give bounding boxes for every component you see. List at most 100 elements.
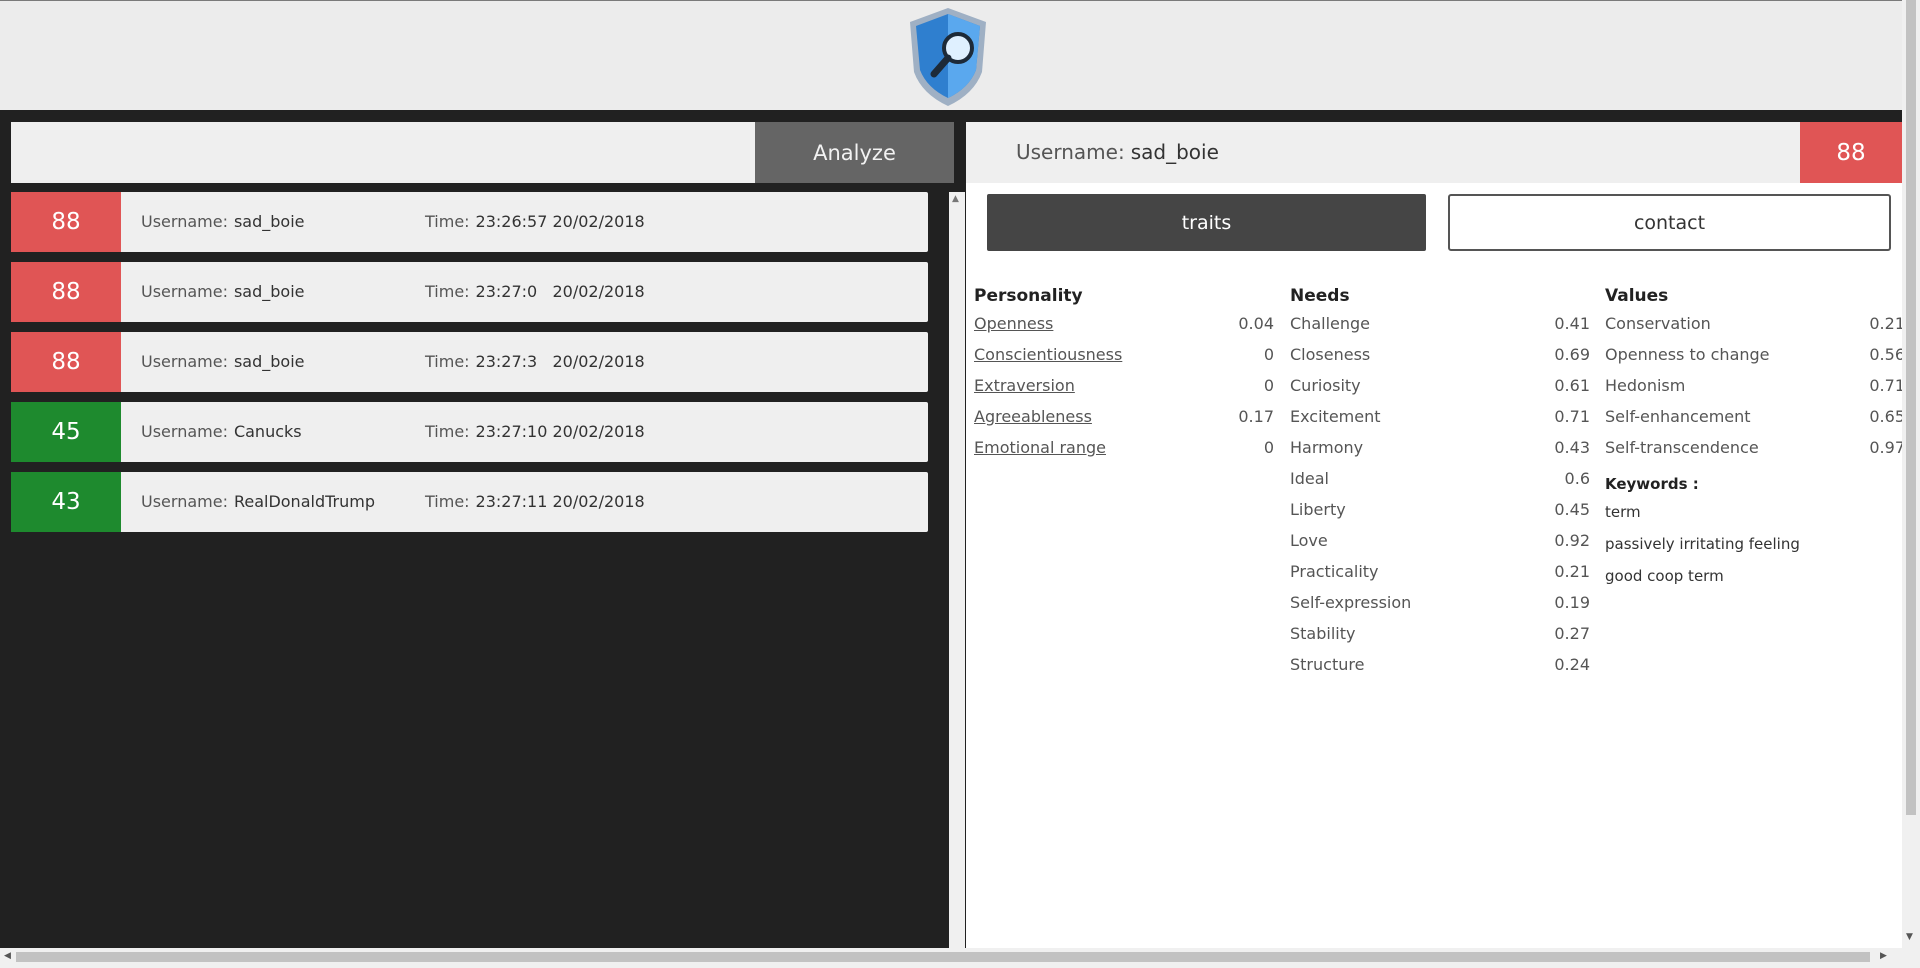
- need-label: Ideal: [1290, 469, 1329, 488]
- need-label: Excitement: [1290, 407, 1381, 426]
- need-value: 0.27: [1554, 624, 1590, 643]
- scrollbar-thumb[interactable]: [16, 952, 1870, 962]
- need-value: 0.71: [1554, 407, 1590, 426]
- scroll-left-icon[interactable]: ◀: [4, 951, 11, 961]
- needs-column: Needs Challenge 0.41 Closeness 0.69 Curios…: [1290, 284, 1590, 680]
- scroll-right-icon[interactable]: ▶: [1880, 951, 1887, 961]
- row-username: Username: Canucks: [141, 402, 302, 462]
- need-row: Structure 0.24: [1290, 649, 1590, 680]
- need-value: 0.43: [1554, 438, 1590, 457]
- tab-contact[interactable]: contact: [1448, 194, 1891, 251]
- results-list: 88 Username: sad_boie Time: 23:26:57 20/02…: [11, 192, 928, 542]
- trait-link[interactable]: Emotional range: [974, 438, 1106, 457]
- need-row: Closeness 0.69: [1290, 339, 1590, 370]
- need-value: 0.6: [1564, 469, 1590, 488]
- need-label: Stability: [1290, 624, 1356, 643]
- need-value: 0.69: [1554, 345, 1590, 364]
- time-value: 23:27:3 20/02/2018: [475, 352, 645, 371]
- value-row: Self-transcendence 0.97: [1605, 432, 1905, 463]
- keyword-item: passively irritating feeling: [1605, 535, 1800, 553]
- result-row[interactable]: 43 Username: RealDonaldTrump Time: 23:27:1…: [11, 472, 928, 532]
- time-value: 23:27:11 20/02/2018: [475, 492, 645, 511]
- result-row[interactable]: 88 Username: sad_boie Time: 23:27:3 20/02/…: [11, 332, 928, 392]
- trait-row: Extraversion 0: [974, 370, 1274, 401]
- need-label: Curiosity: [1290, 376, 1361, 395]
- username-value: Canucks: [233, 422, 302, 441]
- username-label: Username:: [141, 282, 228, 301]
- row-time: Time: 23:27:11 20/02/2018: [425, 472, 645, 532]
- score-badge: 45: [11, 402, 121, 462]
- username-label: Username:: [141, 422, 228, 441]
- value-label: Conservation: [1605, 314, 1711, 333]
- keyword-item: term: [1605, 503, 1641, 521]
- need-row: Liberty 0.45: [1290, 494, 1590, 525]
- username-label: Username:: [141, 352, 228, 371]
- horizontal-scrollbar[interactable]: ◀ ▶: [0, 948, 1920, 968]
- need-row: Excitement 0.71: [1290, 401, 1590, 432]
- profile-panel: Username: sad_boie 88 traits contact Pers…: [966, 122, 1905, 948]
- value-score: 0.97: [1869, 438, 1905, 457]
- need-row: Love 0.92: [1290, 525, 1590, 556]
- trait-row: Agreeableness 0.17: [974, 401, 1274, 432]
- trait-value: 0.17: [1238, 407, 1274, 426]
- username-value: RealDonaldTrump: [233, 492, 375, 511]
- trait-value: 0: [1263, 438, 1274, 457]
- scroll-up-icon[interactable]: ▲: [952, 194, 959, 204]
- scroll-down-icon[interactable]: ▼: [1906, 932, 1913, 942]
- results-panel: Analyze 88 Username: sad_boie Time: 23:26:…: [11, 122, 965, 960]
- analyze-input[interactable]: [11, 122, 755, 183]
- score-badge: 88: [11, 262, 121, 322]
- row-time: Time: 23:27:3 20/02/2018: [425, 332, 645, 392]
- scrollbar-thumb[interactable]: [1906, 0, 1916, 815]
- profile-score-badge: 88: [1800, 122, 1902, 183]
- time-value: 23:26:57 20/02/2018: [475, 212, 645, 231]
- username-label: Username:: [141, 212, 228, 231]
- need-value: 0.92: [1554, 531, 1590, 550]
- value-score: 0.65: [1869, 407, 1905, 426]
- time-label: Time:: [425, 282, 470, 301]
- need-row: Stability 0.27: [1290, 618, 1590, 649]
- username-label: Username:: [1016, 140, 1125, 164]
- trait-row: Conscientiousness 0: [974, 339, 1274, 370]
- value-label: Self-transcendence: [1605, 438, 1759, 457]
- results-scrollbar[interactable]: ▲: [949, 192, 965, 960]
- analyze-button[interactable]: Analyze: [755, 122, 954, 183]
- profile-header: Username: sad_boie 88: [966, 122, 1902, 183]
- value-score: 0.71: [1869, 376, 1905, 395]
- page-scrollbar[interactable]: ▼: [1902, 0, 1920, 948]
- need-value: 0.24: [1554, 655, 1590, 674]
- need-row: Self-expression 0.19: [1290, 587, 1590, 618]
- trait-link[interactable]: Openness: [974, 314, 1053, 333]
- row-username: Username: sad_boie: [141, 332, 304, 392]
- main-app: Analyze 88 Username: sad_boie Time: 23:26:…: [0, 110, 1905, 960]
- personality-title: Personality: [974, 286, 1083, 306]
- trait-row: Openness 0.04: [974, 308, 1274, 339]
- time-label: Time:: [425, 422, 470, 441]
- need-label: Structure: [1290, 655, 1365, 674]
- value-label: Hedonism: [1605, 376, 1686, 395]
- row-username: Username: sad_boie: [141, 262, 304, 322]
- result-row[interactable]: 88 Username: sad_boie Time: 23:26:57 20/02…: [11, 192, 928, 252]
- values-title: Values: [1605, 286, 1669, 306]
- score-badge: 88: [11, 192, 121, 252]
- need-value: 0.21: [1554, 562, 1590, 581]
- need-label: Harmony: [1290, 438, 1364, 457]
- need-row: Curiosity 0.61: [1290, 370, 1590, 401]
- score-badge: 88: [11, 332, 121, 392]
- trait-link[interactable]: Extraversion: [974, 376, 1075, 395]
- trait-row: Emotional range 0: [974, 432, 1274, 463]
- need-label: Closeness: [1290, 345, 1371, 364]
- trait-link[interactable]: Agreeableness: [974, 407, 1092, 426]
- value-row: Hedonism 0.71: [1605, 370, 1905, 401]
- time-value: 23:27:0 20/02/2018: [475, 282, 645, 301]
- need-label: Self-expression: [1290, 593, 1412, 612]
- score-badge: 43: [11, 472, 121, 532]
- row-username: Username: sad_boie: [141, 192, 304, 252]
- profile-username: Username: sad_boie: [1016, 122, 1219, 183]
- need-row: Ideal 0.6: [1290, 463, 1590, 494]
- need-value: 0.45: [1554, 500, 1590, 519]
- result-row[interactable]: 45 Username: Canucks Time: 23:27:10 20/02/…: [11, 402, 928, 462]
- trait-link[interactable]: Conscientiousness: [974, 345, 1122, 364]
- tab-traits[interactable]: traits: [987, 194, 1426, 251]
- result-row[interactable]: 88 Username: sad_boie Time: 23:27:0 20/02/…: [11, 262, 928, 322]
